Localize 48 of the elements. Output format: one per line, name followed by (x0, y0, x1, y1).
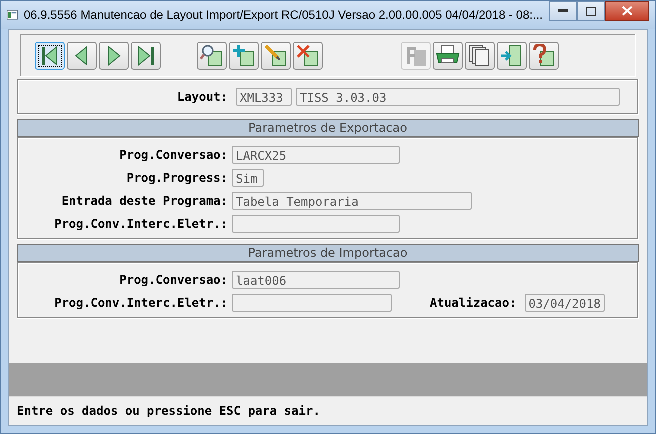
pages-icon (468, 44, 492, 68)
field-label: Atualizacao: (430, 296, 517, 310)
delete-icon (296, 44, 320, 68)
layout-description-field[interactable]: TISS 3.03.03 (296, 88, 620, 106)
field-label: Entrada deste Programa: (60, 194, 228, 208)
field-label: Prog.Progress: (126, 170, 228, 184)
input-field[interactable]: LARCX25 (232, 146, 400, 164)
close-icon (622, 6, 632, 16)
exit-button[interactable] (497, 42, 527, 70)
field-label: Prog.Conv.Interc.Eletr.: (54, 216, 228, 230)
section-header: Parametros de Importacao (17, 244, 639, 262)
edit-button[interactable] (261, 42, 291, 70)
search-button[interactable] (197, 42, 227, 70)
input-field[interactable] (232, 294, 392, 312)
copy-button[interactable] (465, 42, 495, 70)
add-icon (232, 44, 256, 68)
input-field[interactable]: Tabela Temporaria (232, 192, 472, 210)
input-field[interactable]: Sim (232, 168, 264, 186)
help-button[interactable] (529, 42, 559, 70)
pencil-icon (264, 44, 288, 68)
minimize-button[interactable] (549, 1, 577, 21)
help-icon (532, 44, 556, 68)
status-text: Entre os dados ou pressione ESC para sair. (17, 404, 320, 418)
printer-icon (435, 44, 461, 66)
close-button[interactable] (605, 1, 649, 21)
field-label: Layout: (176, 90, 228, 104)
input-field[interactable] (232, 214, 400, 232)
maximize-icon (586, 6, 596, 16)
next-button[interactable] (99, 42, 129, 70)
date-field[interactable]: 03/04/2018 (524, 294, 605, 312)
add-button[interactable] (229, 42, 259, 70)
window-title: 06.9.5556 Manutencao de Layout Import/Export RC/0510J Versao 2.00.00.005 04/04/2018 - 08:... (24, 8, 543, 22)
field-label: Prog.Conversao: (118, 148, 228, 162)
search-icon (200, 44, 224, 68)
delete-button[interactable] (293, 42, 323, 70)
layout-code-field[interactable]: XML333 (236, 88, 292, 106)
minimize-icon (558, 9, 568, 13)
last-button[interactable] (131, 42, 161, 70)
prev-button[interactable] (67, 42, 97, 70)
input-field[interactable]: laat006 (232, 270, 400, 288)
section-header: Parametros de Exportacao (17, 119, 639, 137)
field-label: Prog.Conv.Interc.Eletr.: (54, 296, 228, 310)
first-button[interactable] (35, 42, 65, 70)
field-label: Prog.Conversao: (118, 272, 228, 286)
app-icon (7, 8, 18, 22)
exit-door-icon (500, 44, 524, 68)
print-button[interactable] (433, 42, 463, 70)
maximize-button[interactable] (577, 1, 605, 21)
